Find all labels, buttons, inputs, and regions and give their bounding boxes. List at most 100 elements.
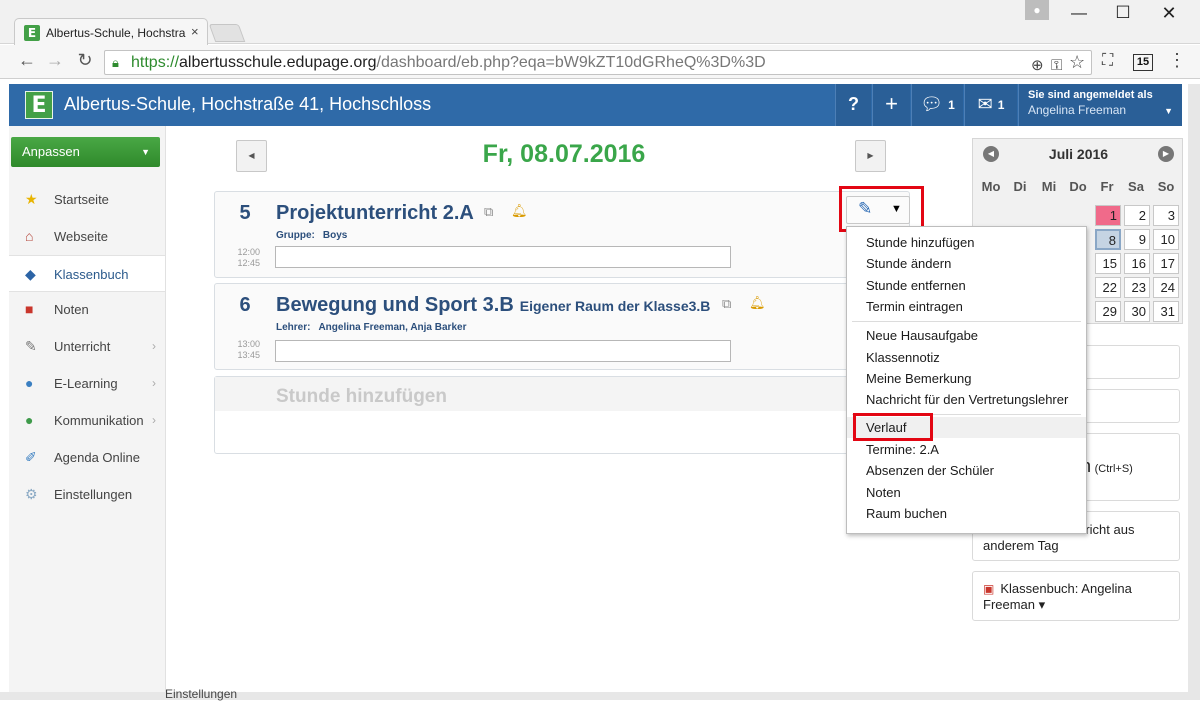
weekday-label: Sa xyxy=(1128,179,1144,194)
tab-close-icon[interactable]: × xyxy=(191,24,199,39)
calendar-day[interactable]: 2 xyxy=(1124,205,1150,226)
calendar-day[interactable]: 31 xyxy=(1153,301,1179,322)
calendar-day[interactable]: 24 xyxy=(1153,277,1179,298)
star-icon: ★ xyxy=(25,191,38,207)
sidebar-item-noten[interactable]: ■ Noten xyxy=(9,291,165,328)
calendar-day[interactable]: 9 xyxy=(1124,229,1150,250)
sidebar-item-einstellungen[interactable]: ⚙ Einstellungen xyxy=(9,476,165,513)
mail-button[interactable]: ✉ 1 xyxy=(964,84,1017,126)
add-lesson-card[interactable]: Stunde hinzufügen xyxy=(214,376,910,454)
calendar-day[interactable]: 3 xyxy=(1153,205,1179,226)
pen-icon: ✐ xyxy=(25,449,37,465)
background-label: Einstellungen xyxy=(165,687,238,701)
sidebar-item-agenda[interactable]: ✐ Agenda Online xyxy=(9,439,165,476)
copy-icon[interactable]: ⧉ xyxy=(722,296,731,312)
next-day-button[interactable]: ▶ xyxy=(855,140,886,172)
address-bar[interactable]: 🔒︎ https://albertusschule.edupage.org/das… xyxy=(104,50,1092,75)
classbook-line1: Klassenbuch: Angelina xyxy=(1000,581,1132,596)
calendar-day-selected[interactable]: 8 xyxy=(1095,229,1121,250)
calendar-day[interactable]: 22 xyxy=(1095,277,1121,298)
anpassen-button[interactable]: Anpassen ▼ xyxy=(11,137,160,167)
back-icon[interactable]: ← xyxy=(14,50,40,71)
sidebar-item-label: E-Learning xyxy=(54,376,118,391)
cast-icon[interactable]: ⛶ xyxy=(1102,52,1113,70)
calendar-day[interactable]: 10 xyxy=(1153,229,1179,250)
sidebar-item-klassenbuch[interactable]: ◆ Klassenbuch xyxy=(9,255,165,292)
school-name[interactable]: Albertus-Schule, Hochstraße 41, Hochschl… xyxy=(64,94,431,115)
lesson-title[interactable]: Projektunterricht 2.A xyxy=(276,202,474,225)
sidebar-item-unterricht[interactable]: ✎ Unterricht › xyxy=(9,328,165,365)
calendar-day[interactable]: 30 xyxy=(1124,301,1150,322)
lesson-class: 3.B xyxy=(482,294,514,316)
menu-item-class-events[interactable]: Termine: 2.A xyxy=(847,439,1086,460)
add-button[interactable]: + xyxy=(872,84,910,126)
url-domain: albertusschule.edupage.org xyxy=(179,54,377,71)
lesson-end: 12:45 xyxy=(237,258,260,268)
calendar-day[interactable]: 15 xyxy=(1095,253,1121,274)
menu-item-add-lesson[interactable]: Stunde hinzufügen xyxy=(847,232,1086,253)
reload-icon[interactable]: ↻ xyxy=(72,50,98,71)
lesson-start: 12:00 xyxy=(237,247,260,257)
calendar-day[interactable]: 23 xyxy=(1124,277,1150,298)
lesson-topic-input[interactable] xyxy=(275,246,731,268)
sidebar-item-startseite[interactable]: ★ Startseite xyxy=(9,181,165,218)
sidebar-item-webseite[interactable]: ⌂ Webseite xyxy=(9,218,165,255)
browser-titlebar: E Albertus-Schule, Hochstra × ● — ☐ ✕ xyxy=(0,0,1200,46)
copy-icon[interactable]: ⧉ xyxy=(484,204,493,220)
extension-badge[interactable]: 15 xyxy=(1133,54,1153,71)
menu-item-add-event[interactable]: Termin eintragen xyxy=(847,296,1086,317)
menu-item-change-lesson[interactable]: Stunde ändern xyxy=(847,253,1086,274)
lesson-times: 12:00 12:45 xyxy=(215,247,260,269)
menu-item-substitute-message[interactable]: Nachricht für den Vertretungslehrer xyxy=(847,389,1086,410)
calendar-day-today[interactable]: 1 xyxy=(1095,205,1121,226)
weekday-label: So xyxy=(1157,179,1175,194)
menu-item-absences[interactable]: Absenzen der Schüler xyxy=(847,460,1086,481)
calendar-day[interactable]: 29 xyxy=(1095,301,1121,322)
forward-icon[interactable]: → xyxy=(42,50,68,71)
highlight-verlauf xyxy=(853,413,933,441)
menu-item-book-room[interactable]: Raum buchen xyxy=(847,503,1086,524)
weekday-label: Do xyxy=(1069,179,1087,194)
close-window-icon[interactable]: ✕ xyxy=(1154,3,1184,24)
house-icon: ⌂ xyxy=(25,228,34,244)
browser-tab[interactable]: E Albertus-Schule, Hochstra × xyxy=(14,18,208,46)
gear-icon: ⚙ xyxy=(25,486,38,502)
menu-icon[interactable]: ⋮ xyxy=(1168,50,1186,71)
sidebar-item-elearning[interactable]: ● E-Learning › xyxy=(9,365,165,402)
prev-day-button[interactable]: ◀ xyxy=(236,140,267,172)
maximize-icon[interactable]: ☐ xyxy=(1108,3,1138,23)
sidebar: Anpassen ▼ ★ Startseite ⌂ Webseite ◆ Klassen… xyxy=(9,126,166,696)
help-button[interactable]: ? xyxy=(835,84,871,126)
login-menu[interactable]: Sie sind angemeldet als Angelina Freeman… xyxy=(1018,84,1182,126)
lesson-number: 6 xyxy=(239,294,251,316)
lesson-card: 6 Bewegung und Sport 3.B Eigener Raum der… xyxy=(214,283,910,370)
edupage-logo[interactable]: E xyxy=(25,91,53,119)
chat-button[interactable]: 💬︎ 1 xyxy=(911,84,963,126)
sidebar-item-kommunikation[interactable]: ● Kommunikation › xyxy=(9,402,165,439)
menu-item-remove-lesson[interactable]: Stunde entfernen xyxy=(847,275,1086,296)
minimize-icon[interactable]: — xyxy=(1064,5,1094,23)
profile-icon[interactable]: ● xyxy=(1025,0,1049,20)
bookmark-star-icon[interactable]: ☆ xyxy=(1069,51,1085,74)
menu-item-grades[interactable]: Noten xyxy=(847,482,1086,503)
login-label: Sie sind angemeldet als xyxy=(1028,89,1153,101)
classbook-widget[interactable]: ▣ Klassenbuch: Angelina Freeman ▾ xyxy=(972,571,1180,621)
menu-item-my-remark[interactable]: Meine Bemerkung xyxy=(847,368,1086,389)
bell-icon[interactable]: 🔔︎ xyxy=(749,295,766,311)
key-icon[interactable]: ⚿ xyxy=(1051,54,1062,77)
bell-icon[interactable]: 🔔︎ xyxy=(511,203,528,219)
lesson-number: 5 xyxy=(239,202,251,224)
next-month-icon[interactable]: ▶ xyxy=(1158,146,1174,162)
zoom-icon[interactable]: ⊕ xyxy=(1031,54,1044,77)
meta-label: Lehrer: xyxy=(276,322,311,333)
chevron-right-icon: › xyxy=(152,413,156,427)
lesson-title[interactable]: Bewegung und Sport 3.B Eigener Raum der K… xyxy=(276,294,710,317)
menu-item-class-note[interactable]: Klassennotiz xyxy=(847,347,1086,368)
menu-item-homework[interactable]: Neue Hausaufgabe xyxy=(847,325,1086,346)
new-tab-button[interactable] xyxy=(208,24,246,42)
weekday-label: Mo xyxy=(981,179,1001,194)
calendar-day[interactable]: 17 xyxy=(1153,253,1179,274)
tab-title: Albertus-Schule, Hochstra xyxy=(46,26,186,40)
calendar-day[interactable]: 16 xyxy=(1124,253,1150,274)
lesson-topic-input[interactable] xyxy=(275,340,731,362)
